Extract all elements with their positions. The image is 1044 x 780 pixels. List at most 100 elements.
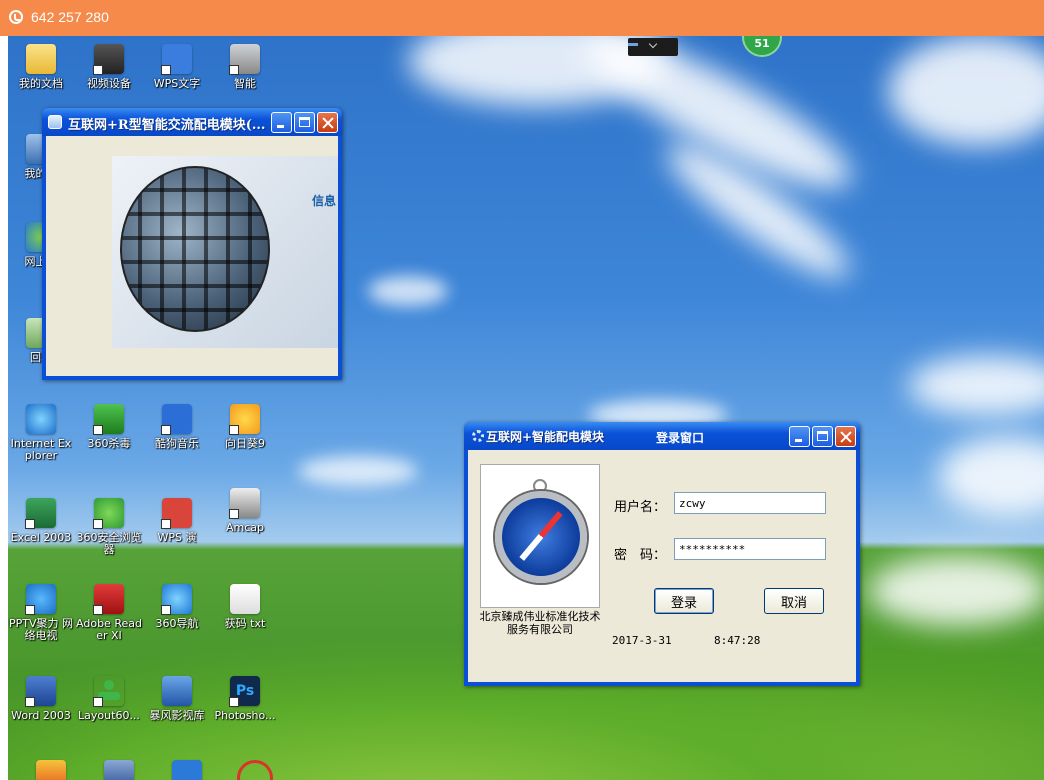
close-button[interactable] — [835, 426, 856, 447]
icon-label: 360导航 — [155, 617, 199, 630]
wps-presentation-icon — [161, 498, 192, 529]
cloud — [908, 356, 1044, 416]
login-button[interactable]: 登录 — [654, 588, 714, 614]
splash-window[interactable]: 互联网+R型智能交流配电模块(... 信息 — [42, 108, 342, 380]
desktop-icon-sunflower[interactable]: 向日葵9 — [212, 404, 278, 450]
icon-label: 获码 txt — [224, 617, 266, 630]
icon-label: 智能 — [234, 77, 256, 90]
splash-text: 信息 — [311, 194, 336, 208]
pdf-icon — [93, 584, 124, 615]
minimize-button[interactable] — [789, 426, 810, 447]
desktop-icon-kuwo[interactable]: 酷狗音乐 — [144, 404, 210, 450]
remote-control-icon[interactable] — [9, 10, 23, 24]
desktop-icon-device[interactable]: 智能 — [212, 44, 278, 90]
desktop-icon-layout[interactable]: Layout60... — [76, 676, 142, 722]
desktop-icon-partial[interactable] — [86, 760, 152, 780]
icon-label: Internet Explorer — [10, 437, 72, 462]
music-icon — [161, 404, 192, 435]
desktop-icon-photoshop[interactable]: Ps Photosho... — [212, 676, 278, 722]
window-client-area: 信息 — [46, 136, 338, 376]
window-app-icon — [48, 115, 62, 129]
desktop-icon-partial[interactable] — [18, 760, 84, 780]
desktop-icon-adobe-reader[interactable]: Adobe Reader XI — [76, 584, 142, 642]
app-icon — [104, 760, 134, 780]
icon-label: Photosho... — [214, 709, 276, 722]
cancel-button[interactable]: 取消 — [764, 588, 824, 614]
desktop-icon-partial[interactable] — [154, 760, 220, 780]
maximize-button[interactable] — [294, 112, 315, 133]
desktop-icon-word[interactable]: Word 2003 — [8, 676, 74, 722]
cloud — [298, 456, 418, 486]
minimize-button[interactable] — [271, 112, 292, 133]
antivirus-icon — [93, 404, 124, 435]
windows-icon — [36, 760, 66, 780]
desktop-icon-360-antivirus[interactable]: 360杀毒 — [76, 404, 142, 450]
icon-label: Adobe Reader XI — [76, 617, 142, 642]
icon-label: Excel 2003 — [10, 531, 72, 544]
icon-label: WPS文字 — [153, 77, 201, 90]
desktop-icon-video-device[interactable]: 视频设备 — [76, 44, 142, 90]
excel-icon — [25, 498, 56, 529]
maximize-button[interactable] — [812, 426, 833, 447]
layout-icon — [93, 676, 124, 707]
desktop-icon-amcap[interactable]: Amcap — [212, 488, 278, 534]
desktop-icon-wps-presentation[interactable]: WPS 演 — [144, 498, 210, 544]
app-icon — [237, 760, 273, 780]
desktop-icon-my-documents[interactable]: 我的文档 — [8, 44, 74, 90]
desktop-icon-txt[interactable]: 获码 txt — [212, 584, 278, 630]
status-date: 2017-3-31 — [612, 634, 672, 647]
company-name: 北京臻成伟业标准化技术服务有限公司 — [479, 610, 601, 636]
video-library-icon — [162, 676, 192, 706]
window-title: 互联网+智能配电模块 — [486, 430, 605, 444]
password-input[interactable] — [674, 538, 826, 560]
compass-logo — [480, 464, 600, 608]
window-titlebar[interactable]: 互联网+R型智能交流配电模块(... — [42, 108, 342, 136]
desktop-icon-partial[interactable] — [222, 760, 288, 780]
cloud — [938, 436, 1044, 516]
username-input[interactable] — [674, 492, 826, 514]
icon-label: Layout60... — [78, 709, 140, 722]
window-titlebar[interactable]: 互联网+智能配电模块 登录窗口 — [464, 422, 860, 450]
desktop-icon-360-nav[interactable]: 360导航 — [144, 584, 210, 630]
desktop-icon-pptv[interactable]: PPTV聚力 网络电视 — [8, 584, 74, 642]
desktop-icon-excel[interactable]: Excel 2003 — [8, 498, 74, 544]
icon-label: 视频设备 — [87, 77, 131, 90]
browser-icon — [93, 498, 124, 529]
icon-label: 360安全浏览器 — [76, 531, 142, 556]
device-icon — [229, 44, 260, 75]
toolbar-indicator — [628, 43, 638, 46]
gear-icon — [472, 430, 484, 442]
photoshop-icon: Ps — [229, 676, 260, 707]
cloud — [888, 36, 1044, 146]
amcap-icon — [229, 488, 260, 519]
icon-label: Amcap — [225, 521, 264, 534]
remote-session-id: 642 257 280 — [31, 9, 109, 25]
icon-label: 360杀毒 — [87, 437, 131, 450]
remote-session-bar: 642 257 280 — [0, 0, 1044, 36]
icon-label: PPTV聚力 网络电视 — [8, 617, 73, 642]
window-client-area: 北京臻成伟业标准化技术服务有限公司 用户名： 密 码： 登录 取消 2017-3… — [468, 450, 856, 682]
icon-label: Word 2003 — [11, 709, 71, 722]
desktop-icon-baofeng[interactable]: 暴风影视库 — [144, 676, 210, 722]
desktop-icon-wps-writer[interactable]: WPS文字 — [144, 44, 210, 90]
camera-icon — [93, 44, 124, 75]
icon-label: 向日葵9 — [225, 437, 265, 450]
text-file-icon — [230, 584, 260, 614]
splash-image: 信息 — [112, 156, 338, 348]
username-label: 用户名： — [614, 500, 667, 515]
icon-label: 我的文档 — [19, 77, 63, 90]
compass-icon — [495, 491, 587, 583]
cloud — [368, 276, 448, 306]
login-window[interactable]: 互联网+智能配电模块 登录窗口 北京臻成伟业标准化技术服务有限公司 用户名： 密… — [464, 422, 860, 686]
folder-icon — [26, 44, 56, 74]
chevron-down-icon[interactable] — [648, 39, 658, 49]
desktop-icon-ie[interactable]: Internet Explorer — [8, 404, 74, 462]
collapsed-toolbar[interactable] — [628, 38, 678, 56]
wps-writer-icon — [161, 44, 192, 75]
pptv-icon — [25, 584, 56, 615]
desktop-icon-360-browser[interactable]: 360安全浏览器 — [76, 498, 142, 556]
window-subtitle: 登录窗口 — [656, 431, 705, 445]
close-button[interactable] — [317, 112, 338, 133]
password-label: 密 码： — [614, 548, 667, 563]
ie-icon — [26, 404, 56, 434]
